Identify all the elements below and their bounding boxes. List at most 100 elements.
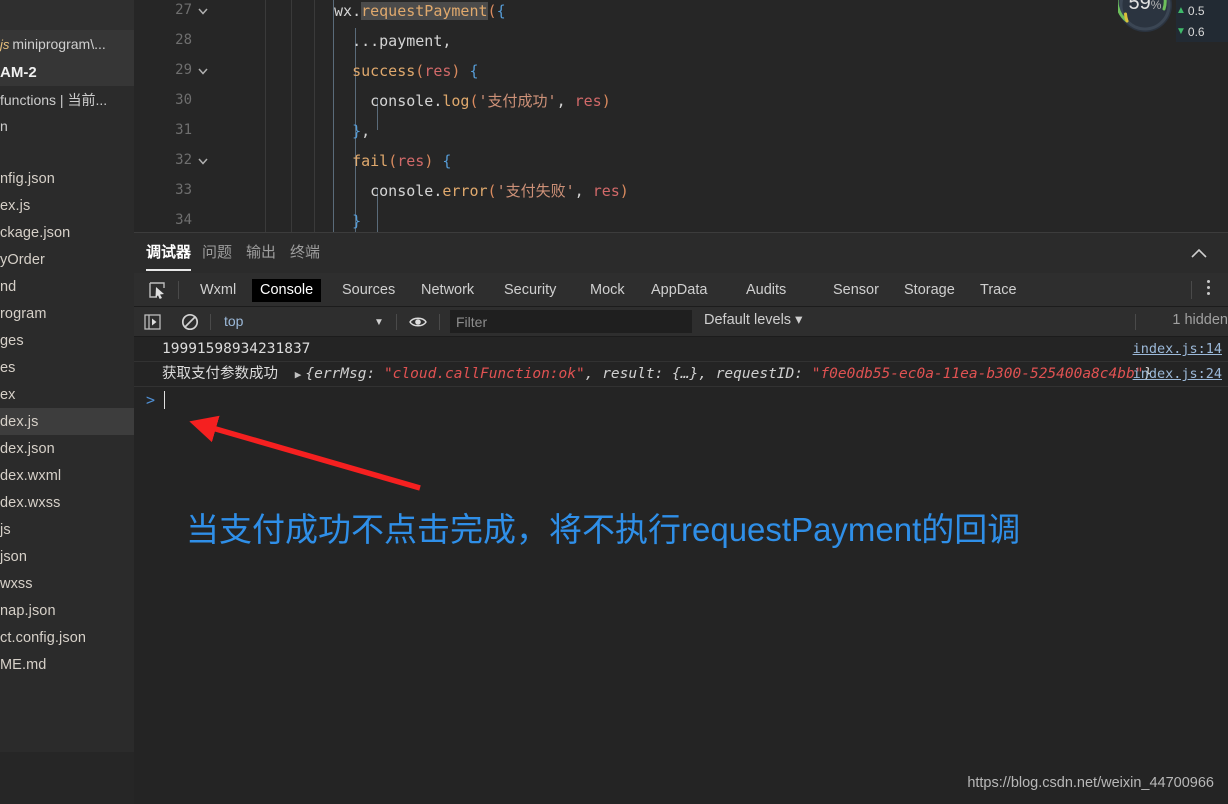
console-input-row[interactable]: > [134,387,1228,413]
file-list-item[interactable]: ME.md [0,651,134,678]
file-list-item[interactable]: ex.js [0,192,134,219]
more-options-separator [1191,281,1192,299]
devtools-primary-tab[interactable]: 终端 [290,241,320,271]
log-levels-selector[interactable]: Default levels ▾ [704,312,802,332]
file-list-item[interactable]: js [0,516,134,543]
file-list-item-label: ckage.json [0,224,71,241]
devtools-tab[interactable]: Wxml [192,279,244,302]
file-list-item[interactable]: nfig.json [0,165,134,192]
file-explorer-sidebar: js miniprogram\... AM-2 functions | 当前..… [0,0,134,752]
object-expander-icon[interactable]: ▶ [295,368,302,381]
editor-gutter: 27 28 29 30 31 32 33 34 [134,0,222,232]
devtools-primary-tab[interactable]: 输出 [246,241,276,271]
tab-strip-separator [178,281,179,299]
console-log-source[interactable]: index.js:24 [1133,362,1222,387]
breadcrumb-functions[interactable]: functions | 当前... [0,86,134,114]
devtools-tab[interactable]: Trace [972,279,1025,302]
file-list-item[interactable]: dex.js [0,408,134,435]
chevron-down-icon[interactable] [196,154,212,170]
collapse-panel-icon[interactable] [1188,245,1210,263]
editor-line-number: 29 [175,62,192,78]
clear-console-icon[interactable] [181,313,199,331]
stock-value: 0.5 [1187,3,1205,18]
file-list-item[interactable]: json [0,543,134,570]
stock-ticker-row[interactable]: ▼ 0.6 [1176,21,1228,42]
more-options-icon[interactable] [1200,280,1216,300]
console-log-message: 19991598934231837 [162,341,311,357]
devtools-tab[interactable]: Security [496,279,564,302]
editor-code-line[interactable]: console.log('支付成功', res) [334,86,611,116]
file-list-item[interactable]: rogram [0,300,134,327]
stock-value: 0.6 [1187,24,1205,39]
inspect-element-icon[interactable] [148,281,168,299]
editor-code-line[interactable]: }, [334,116,370,146]
js-file-icon: js [0,36,10,52]
chevron-down-icon[interactable] [196,4,212,20]
editor-code-line[interactable]: wx.requestPayment({ [334,0,506,26]
devtools-tab[interactable]: Mock [582,279,633,302]
editor-code-line[interactable]: success(res) { [334,56,478,86]
devtools-tab-label: Network [421,282,475,298]
editor-line-number: 33 [175,182,192,198]
file-list-item[interactable]: ex [0,381,134,408]
console-log-row[interactable]: 获取支付参数成功 ▶ {errMsg: "cloud.callFunction:o… [134,362,1228,387]
devtools-tab-label: Trace [980,282,1017,298]
stock-ticker-row[interactable]: ▲ 0.5 [1176,0,1228,21]
devtools-tab-label: Console [260,282,314,298]
editor-line-number: 28 [175,32,192,48]
devtools-tab[interactable]: AppData [643,279,715,302]
file-list-item[interactable]: dex.json [0,435,134,462]
file-list-item[interactable]: ges [0,327,134,354]
devtools-tab-strip: Wxml Console Sources Network Security Mock App… [134,273,1228,307]
devtools-tab[interactable]: Console [252,279,322,302]
performance-gauge[interactable]: 59% [1118,0,1172,32]
breadcrumb-n[interactable]: n [0,112,134,140]
file-list-item[interactable]: dex.wxss [0,489,134,516]
console-log-row[interactable]: 19991598934231837 index.js:14 [134,337,1228,362]
file-list-item[interactable]: wxss [0,570,134,597]
devtools-primary-tab[interactable]: 调试器 [146,241,192,271]
log-prefix-text: 获取支付参数成功 [162,366,278,382]
execution-context-icon[interactable] [144,314,161,330]
devtools-primary-tab-label: 调试器 [146,244,192,261]
file-list-item[interactable]: ct.config.json [0,624,134,651]
devtools-tab[interactable]: Sensor [825,279,887,302]
editor-line-number: 27 [175,2,192,18]
editor-code-line[interactable]: console.error('支付失败', res) [334,176,629,206]
stock-ticker-panel[interactable]: ▲ 0.5 ▼ 0.6 [1176,0,1228,42]
file-list-item[interactable]: yOrder [0,246,134,273]
file-list-item[interactable]: dex.wxml [0,462,134,489]
devtools-tab[interactable]: Audits [738,279,794,302]
file-list-item[interactable]: ckage.json [0,219,134,246]
file-list-item[interactable]: es [0,354,134,381]
file-list-item-label: nfig.json [0,170,55,187]
breadcrumb-am[interactable]: AM-2 [0,58,134,86]
console-toolbar: top ▼ Default levels ▾ 1 hidden [134,307,1228,337]
live-expression-eye-icon[interactable] [409,314,427,330]
chevron-down-icon[interactable] [196,64,212,80]
editor-code-line[interactable]: ...payment, [334,26,451,56]
devtools-tab[interactable]: Sources [334,279,403,302]
context-selector[interactable]: top [224,313,384,332]
editor-line-number: 31 [175,122,192,138]
file-list-item[interactable]: nap.json [0,597,134,624]
devtools-tab[interactable]: Storage [896,279,963,302]
console-log-source[interactable]: index.js:14 [1133,337,1222,362]
console-filter-input[interactable] [450,310,692,333]
file-list-item[interactable]: nd [0,273,134,300]
code-editor[interactable]: 27 28 29 30 31 32 33 34 wx.requestPayment({ ...… [134,0,1228,232]
devtools-tab[interactable]: Network [413,279,482,302]
devtools-primary-tab-label: 输出 [246,244,277,261]
devtools-primary-tab[interactable]: 问题 [202,241,232,271]
editor-code-line[interactable]: } [334,206,361,232]
perf-unit: % [1150,0,1162,12]
object-key-requestid: requestID: [715,366,812,382]
file-tree-list: nfig.json ex.js ckage.json yOrder nd rogram ge… [0,165,134,678]
file-list-item-label: nd [0,278,17,295]
gutter-divider-1 [265,0,266,232]
editor-code-line[interactable]: fail(res) { [334,146,451,176]
chevron-down-icon[interactable]: ▼ [374,317,384,328]
file-list-item-label: ges [0,332,24,349]
console-output[interactable]: 19991598934231837 index.js:14 获取支付参数成功 ▶… [134,337,1228,804]
breadcrumb-current-file[interactable]: js miniprogram\... [0,30,134,58]
